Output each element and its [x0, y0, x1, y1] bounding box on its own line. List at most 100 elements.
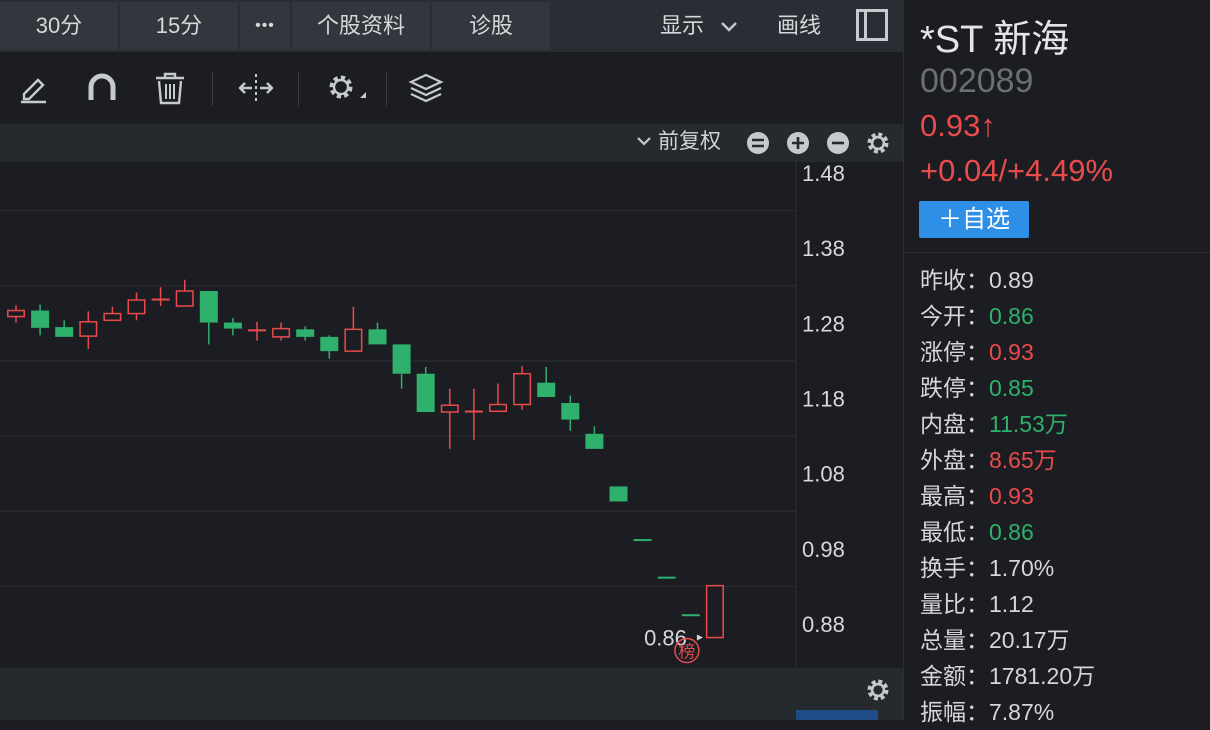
indicator-settings-gear-icon[interactable]: [866, 678, 890, 702]
quote-stat-value: 20.17万: [989, 627, 1070, 653]
quote-stat-row: 最高：0.93: [920, 478, 1034, 514]
more-tabs-button[interactable]: •••: [240, 2, 290, 50]
quote-stat-value: 0.85: [989, 375, 1034, 401]
quote-stat-value: 0.93: [989, 483, 1034, 509]
candle-body: [416, 373, 435, 413]
quote-stat-row: 涨停：0.93: [920, 334, 1034, 370]
toolbar-separator: [212, 72, 213, 106]
candle-body: [681, 614, 700, 617]
magnet-icon[interactable]: [84, 70, 120, 106]
quote-stat-row: 金额：1781.20万: [920, 658, 1095, 694]
candle-body: [175, 290, 194, 307]
quote-stat-label: 昨收：: [920, 267, 989, 293]
quote-stat-row: 跌停：0.85: [920, 370, 1034, 406]
toolbar-separator: [298, 72, 299, 106]
tab-diagnose[interactable]: 诊股: [432, 2, 550, 50]
candle-body: [489, 403, 507, 413]
chart-scroll-thumb[interactable]: [796, 710, 878, 720]
candle-body: [513, 372, 532, 406]
draw-line-label: 画线: [777, 13, 822, 38]
quote-stat-row: 振幅：7.87%: [920, 694, 1054, 730]
quote-stat-value: 0.89: [989, 267, 1034, 293]
candle-body: [537, 382, 556, 397]
candle-body: [440, 404, 459, 413]
candle-body: [272, 327, 291, 338]
tab-stock-profile[interactable]: 个股资料: [292, 2, 430, 50]
drawing-toolbar: [0, 52, 903, 124]
quote-stat-value: 1781.20万: [989, 663, 1096, 689]
stock-change: +0.04/+4.49%: [920, 153, 1114, 188]
quote-stat-row: 外盘：8.65万: [920, 442, 1057, 478]
quote-stat-row: 换手：1.70%: [920, 550, 1054, 586]
tab-30-min[interactable]: 30分: [0, 2, 118, 50]
layers-icon[interactable]: [408, 70, 444, 106]
display-dropdown[interactable]: 显示: [660, 2, 738, 50]
candle-body: [199, 291, 218, 323]
quote-stat-label: 最高：: [920, 483, 989, 509]
y-tick-label: 0.98: [802, 537, 845, 562]
price-adjust-label: 前复权: [658, 130, 721, 153]
quote-stat-value: 0.86: [989, 303, 1034, 329]
quote-stat-row: 今开：0.86: [920, 298, 1034, 334]
stock-info-panel: *ST 新海 002089 0.93↑ +0.04/+4.49% ＋自选 昨收：…: [903, 0, 1210, 725]
tab-30-min-label: 30分: [35, 13, 83, 38]
quote-stat-label: 振幅：: [920, 699, 989, 725]
zoom-out-icon[interactable]: [826, 131, 850, 155]
candle-body: [657, 576, 676, 579]
candlestick-chart[interactable]: 1.48 1.38 1.28 1.18 1.08 0.98 0.88 0.86 榜: [0, 161, 903, 668]
quote-stat-label: 外盘：: [920, 447, 989, 473]
more-icon: •••: [255, 17, 275, 34]
chart-settings-gear-icon[interactable]: [866, 131, 890, 155]
quote-stat-row: 总量：20.17万: [920, 622, 1070, 658]
panel-layout-icon[interactable]: [856, 9, 888, 41]
candle-body: [609, 486, 628, 502]
quote-stat-label: 金额：: [920, 663, 989, 689]
candle-body: [320, 336, 339, 352]
candle-body: [633, 539, 652, 542]
tab-15-min-label: 15分: [155, 13, 203, 38]
chevron-down-icon: [637, 137, 651, 147]
candle-body: [79, 321, 98, 337]
y-tick-label: 1.18: [802, 387, 845, 412]
candle-body: [561, 403, 580, 420]
candle-body: [151, 298, 170, 301]
price-adjust-dropdown[interactable]: 前复权: [636, 124, 721, 162]
horizontal-resize-icon[interactable]: [238, 70, 274, 106]
quote-stat-label: 今开：: [920, 303, 989, 329]
toolbar-separator: [386, 72, 387, 106]
trash-icon[interactable]: [152, 70, 188, 106]
quote-stat-value: 8.65万: [989, 447, 1057, 473]
draw-line-button[interactable]: 画线: [777, 2, 821, 50]
period-tab-bar: 30分 15分 ••• 个股资料 诊股 显示 画线: [0, 0, 903, 52]
candle-body: [223, 322, 242, 329]
candle-body: [55, 327, 74, 337]
tab-diagnose-label: 诊股: [468, 13, 513, 38]
zoom-in-icon[interactable]: [786, 131, 810, 155]
low-price-arrow: [696, 634, 703, 641]
candle-body: [705, 584, 724, 639]
candlestick-chart-svg: 1.481.381.281.181.080.980.880.86榜: [0, 161, 845, 668]
stock-price: 0.93↑: [920, 108, 996, 143]
tab-stock-profile-label: 个股资料: [316, 13, 405, 38]
candle-body: [392, 344, 411, 374]
candle-body: [344, 328, 363, 352]
tab-15-min[interactable]: 15分: [120, 2, 238, 50]
panel-divider: [904, 252, 1210, 253]
quote-stat-label: 量比：: [920, 591, 989, 617]
candle-body: [296, 329, 315, 337]
indicator-header-bar: [0, 668, 903, 720]
quote-stat-row: 昨收：0.89: [920, 262, 1034, 298]
candle-body: [464, 410, 483, 413]
y-tick-label: 1.48: [802, 162, 845, 186]
candle-body: [248, 329, 266, 332]
quote-stat-value: 1.70%: [989, 555, 1055, 581]
display-label: 显示: [660, 13, 705, 38]
pencil-icon[interactable]: [16, 70, 52, 106]
candle-body: [585, 433, 604, 449]
candle-body: [7, 309, 25, 318]
settings-gear-icon[interactable]: [324, 70, 368, 106]
add-watchlist-button[interactable]: ＋自选: [919, 201, 1029, 238]
quote-stat-row: 量比：1.12: [920, 586, 1034, 622]
quote-stat-value: 7.87%: [989, 699, 1055, 725]
collapse-icon[interactable]: [746, 131, 770, 155]
